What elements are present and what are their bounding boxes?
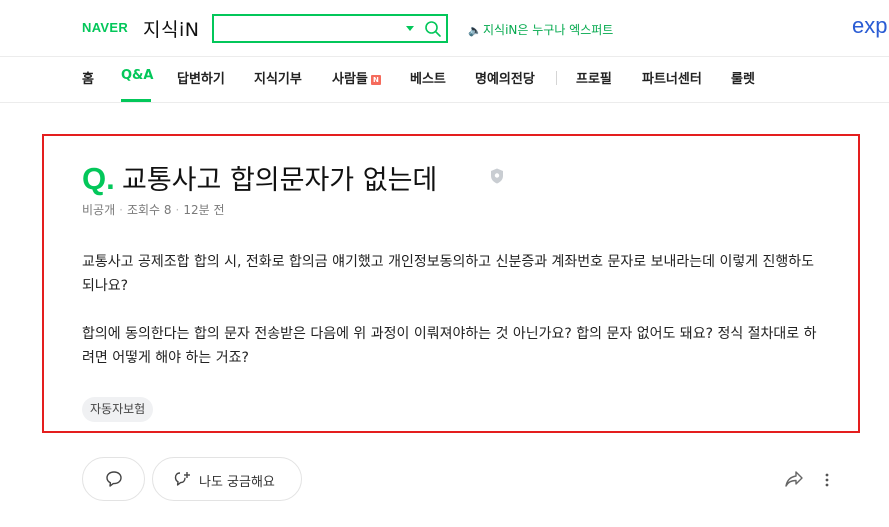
tab-roulette[interactable]: 룰렛 <box>731 68 755 87</box>
author-label: 비공개 <box>82 203 116 217</box>
tab-people[interactable]: 사람들 N <box>332 68 381 87</box>
tab-answer[interactable]: 답변하기 <box>177 68 225 87</box>
new-badge: N <box>370 75 381 85</box>
tab-best[interactable]: 베스트 <box>410 68 446 87</box>
curious-label: 나도 궁금해요 <box>199 475 275 490</box>
view-count: 조회수 8 <box>126 203 172 217</box>
question-paragraph: 교통사고 공제조합 합의 시, 전화로 합의금 얘기했고 개인정보동의하고 신분… <box>82 254 815 294</box>
question-mark-label: Q. <box>82 161 115 196</box>
main-nav: 홈 Q&A 답변하기 지식기부 사람들 N 베스트 명예의전당 프로필 파트너센터… <box>0 57 889 103</box>
shield-icon <box>491 168 503 184</box>
expert-notice-link[interactable]: 🔈지식iN은 누구나 엑스퍼트 <box>468 21 613 38</box>
tag-chip[interactable]: 자동자보험 <box>82 397 154 422</box>
curious-button[interactable]: 나도 궁금해요 <box>152 457 302 501</box>
posted-time: 12분 전 <box>183 203 225 217</box>
question-body: 교통사고 공제조합 합의 시, 전화로 합의금 얘기했고 개인정보동의하고 신분… <box>82 250 827 394</box>
kin-logo[interactable]: 지식iN <box>143 15 199 42</box>
tab-home[interactable]: 홈 <box>82 68 94 87</box>
search-option-dropdown-icon[interactable] <box>406 26 414 31</box>
notice-text: 지식iN은 누구나 엑스퍼트 <box>483 23 614 37</box>
tab-people-label: 사람들 <box>332 72 368 87</box>
speaker-icon: 🔈 <box>468 24 482 37</box>
share-icon[interactable] <box>784 470 804 488</box>
meta-separator: · <box>175 203 180 217</box>
comment-icon <box>106 471 122 487</box>
expert-logo[interactable]: exp <box>852 13 887 39</box>
tab-donation[interactable]: 지식기부 <box>254 68 302 87</box>
nav-divider <box>556 71 557 85</box>
tab-profile[interactable]: 프로필 <box>576 68 612 87</box>
question-paragraph: 합의에 동의한다는 합의 문자 전송받은 다음에 위 과정이 이뤄져야하는 것 … <box>82 326 817 366</box>
active-tab-indicator <box>121 99 151 102</box>
global-header: NAVER 지식iN 🔈지식iN은 누구나 엑스퍼트 exp <box>0 0 889 57</box>
comment-button[interactable] <box>82 457 145 501</box>
search-input[interactable] <box>220 19 400 38</box>
curious-icon <box>174 472 190 486</box>
meta-separator: · <box>119 203 123 217</box>
tab-partner-center[interactable]: 파트너센터 <box>642 68 702 87</box>
tab-hall-of-fame[interactable]: 명예의전당 <box>475 68 535 87</box>
search-icon[interactable] <box>424 20 442 38</box>
more-options-icon[interactable] <box>824 472 830 488</box>
tab-qna[interactable]: Q&A <box>121 68 153 83</box>
question-meta: 비공개 · 조회수 8 · 12분 전 <box>82 201 225 218</box>
search-box <box>212 14 448 43</box>
naver-logo[interactable]: NAVER <box>82 20 128 35</box>
question-title: 교통사고 합의문자가 없는데 <box>122 165 438 196</box>
